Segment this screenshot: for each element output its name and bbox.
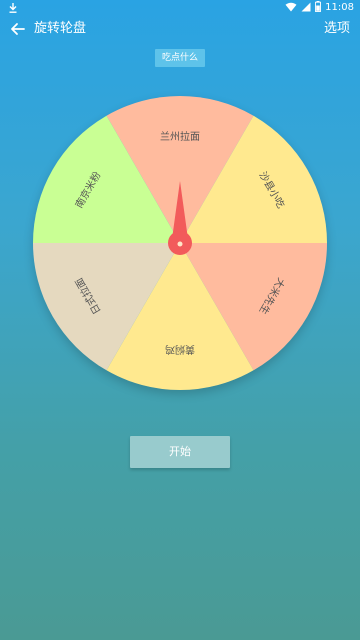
download-icon	[8, 2, 18, 14]
status-bar: 11:08	[0, 0, 360, 16]
arrow-left-icon	[11, 23, 25, 35]
page-title: 旋转轮盘	[34, 21, 87, 36]
app-bar: 旋转轮盘 选项	[0, 16, 360, 42]
options-button[interactable]: 选项	[324, 20, 350, 38]
wifi-icon	[285, 2, 297, 15]
back-button[interactable]	[8, 19, 28, 39]
status-time: 11:08	[325, 2, 354, 13]
spin-wheel[interactable]: 兰州拉面 沙县小吃 大米先生 黄焖鸡 日式拉面 南京米粉	[33, 96, 327, 390]
status-icons: 11:08	[285, 1, 354, 15]
wheel-segment-label: 兰州拉面	[160, 130, 200, 143]
screen: 11:08 旋转轮盘 选项 吃点什么 兰州拉面 沙县小吃 大米先生 黄焖鸡 日式拉面 南京…	[0, 0, 360, 640]
question-label: 吃点什么	[155, 49, 205, 67]
battery-icon	[315, 1, 322, 15]
pointer-center-dot	[177, 241, 183, 247]
wheel-graphic: 兰州拉面沙县小吃大米先生黄焖鸡日式拉面南京米粉	[33, 96, 327, 390]
signal-icon	[301, 2, 311, 15]
wheel-segment-label: 黄焖鸡	[165, 343, 195, 356]
start-button[interactable]: 开始	[130, 436, 230, 468]
